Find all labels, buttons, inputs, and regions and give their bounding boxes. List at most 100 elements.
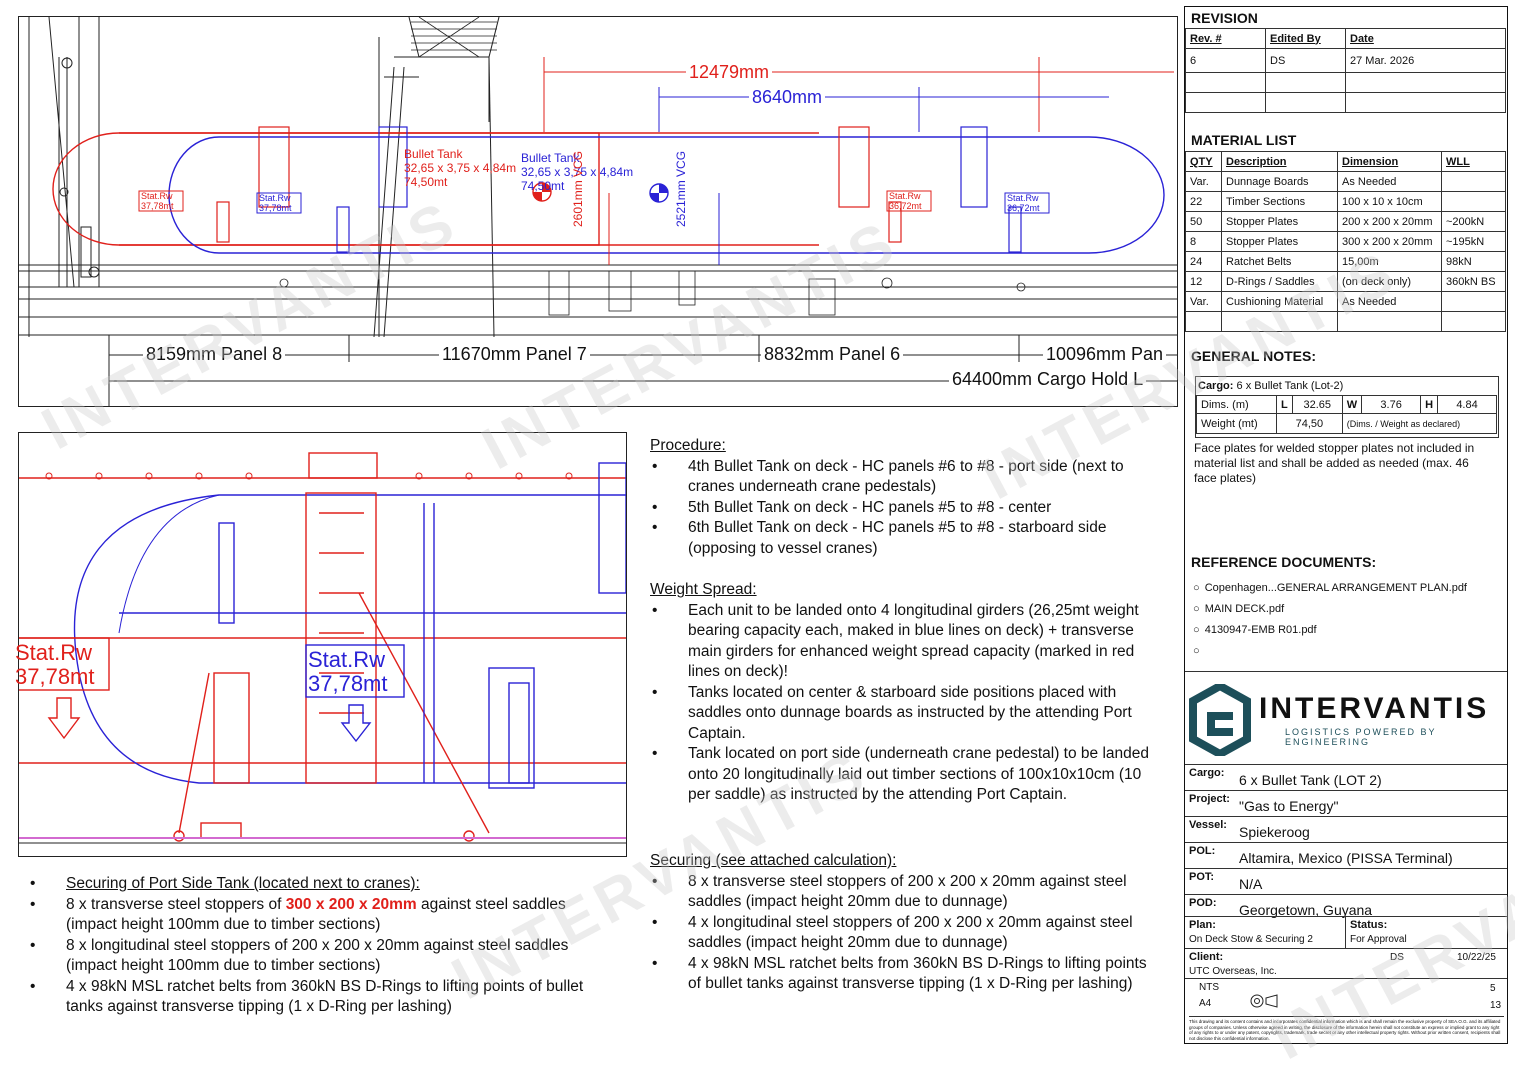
detail-drawing — [19, 452, 626, 844]
reference-item-text[interactable]: Copenhagen...GENERAL ARRANGEMENT PLAN.pd… — [1205, 582, 1467, 594]
material-title: MATERIAL LIST — [1191, 132, 1297, 148]
mat-cell — [1441, 291, 1506, 312]
mat-cell — [1441, 171, 1506, 192]
client-block: Client: UTC Overseas, Inc. DS 10/22/25 — [1185, 948, 1507, 979]
dim-W-val: 3.76 — [1361, 395, 1422, 414]
mat-cell — [1441, 311, 1506, 332]
info-value: Spiekeroog — [1239, 824, 1310, 840]
cargo-value: 6 x Bullet Tank (Lot-2) — [1236, 380, 1344, 392]
logo-name: INTERVANTIS — [1259, 692, 1490, 725]
panel7-label: 11670mm Panel 7 — [439, 344, 590, 365]
mat-cell — [1185, 311, 1222, 332]
revision-title: REVISION — [1191, 10, 1258, 26]
mat-cell: Var. — [1185, 171, 1222, 192]
mat-cell — [1221, 311, 1338, 332]
panel5-label: 10096mm Pan — [1043, 344, 1167, 365]
tank1-label: Bullet Tank 32,65 x 3,75 x 4,84m 74,50mt — [404, 147, 517, 189]
stat1-label: Stat.Rw 37,78mt — [141, 191, 174, 211]
dim-L-val: 32.65 — [1291, 395, 1343, 414]
detail-drawing-frame: Stat.Rw 37,78mt Stat.Rw 37,78mt — [15, 432, 627, 857]
reference-item-text[interactable]: 4130947-EMB R01.pdf — [1205, 624, 1317, 636]
mat-cell: Cushioning Material — [1221, 291, 1338, 312]
disclaimer-text: This drawing and its content contains an… — [1189, 1016, 1504, 1041]
rev-header: Edited By — [1265, 28, 1346, 49]
mat-cell: 50 — [1185, 211, 1222, 232]
mat-cell: ~195kN — [1441, 231, 1506, 252]
general-notes-title: GENERAL NOTES: — [1191, 348, 1316, 364]
dim-H-val: 4.84 — [1437, 395, 1497, 414]
cargo-label: Cargo: — [1198, 380, 1234, 392]
info-key: Cargo: — [1189, 767, 1225, 779]
mat-cell: ~200kN — [1441, 211, 1506, 232]
rev-cell: 27 Mar. 2026 — [1345, 48, 1506, 73]
scale-value: NTS — [1199, 982, 1219, 993]
mat-cell — [1441, 191, 1506, 212]
weight-spread-section: Weight Spread: Each unit to be landed on… — [650, 580, 1160, 806]
revision-table: Rev. # Edited By Date 6 DS 27 Mar. 2026 — [1185, 28, 1506, 113]
info-row-vessel: Vessel: Spiekeroog — [1185, 816, 1507, 843]
status-label: Status: — [1350, 919, 1388, 931]
mat-cell: 15,00m — [1337, 251, 1442, 272]
mat-cell: (on deck only) — [1337, 271, 1442, 292]
client-value: UTC Overseas, Inc. — [1189, 966, 1277, 977]
reference-title: REFERENCE DOCUMENTS: — [1191, 554, 1377, 570]
dim-W: W — [1341, 395, 1363, 414]
procedure-section: Procedure: 4th Bullet Tank on deck - HC … — [650, 436, 1160, 559]
port-side-item1-red: 300 x 200 x 20mm — [285, 895, 417, 913]
securing-section: Securing (see attached calculation): 8 x… — [650, 851, 1160, 995]
title-block: REVISION Rev. # Edited By Date 6 DS 27 Mar… — [1184, 6, 1508, 1044]
reference-item: ○ 4130947-EMB R01.pdf — [1193, 624, 1317, 636]
port-side-title: Securing of Port Side Tank (located next… — [28, 874, 618, 895]
weight-note: (Dims. / Weight as declared) — [1341, 413, 1498, 434]
info-row-pol: POL: Altamira, Mexico (PISSA Terminal) — [1185, 842, 1507, 869]
stat2-label: Stat.Rw 37,78mt — [259, 193, 292, 213]
scale-block: NTS A4 5 13 — [1185, 978, 1507, 1015]
mat-cell: 300 x 200 x 20mm — [1337, 231, 1442, 252]
mat-cell: Stopper Plates — [1221, 211, 1338, 232]
port-side-list: Securing of Port Side Tank (located next… — [28, 874, 618, 1018]
stat3-label: Stat.Rw 36,72mt — [889, 191, 922, 211]
mat-cell: D-Rings / Saddles — [1221, 271, 1338, 292]
info-row-cargo: Cargo: 6 x Bullet Tank (LOT 2) — [1185, 764, 1507, 791]
info-value: N/A — [1239, 876, 1263, 892]
weight-label: Weight (mt) — [1196, 413, 1277, 434]
weight-spread-item: Each unit to be landed onto 4 longitudin… — [650, 601, 1160, 683]
panel6-label: 8832mm Panel 6 — [761, 344, 904, 365]
dim-total-label: 12479mm — [686, 62, 773, 83]
port-side-title-text: Securing of Port Side Tank (located next… — [66, 875, 420, 892]
procedure-item: 5th Bullet Tank on deck - HC panels #5 t… — [650, 498, 1160, 519]
weight-spread-list: Each unit to be landed onto 4 longitudin… — [650, 601, 1160, 806]
mat-cell: Var. — [1185, 291, 1222, 312]
material-table: QTY Description Dimension WLL Var. Dunnag… — [1185, 151, 1506, 332]
reference-item: ○ Copenhagen...GENERAL ARRANGEMENT PLAN.… — [1193, 582, 1467, 594]
panel8-label: 8159mm Panel 8 — [143, 344, 286, 365]
dim-L: L — [1276, 395, 1293, 414]
format-value: A4 — [1199, 998, 1212, 1009]
port-side-item: 4 x 98kN MSL ratchet belts from 360kN BS… — [28, 977, 618, 1018]
mat-cell: As Needed — [1337, 291, 1442, 312]
vcg1-label: 2601mm VCG — [571, 150, 585, 227]
vcg2-label: 2521mm VCG — [674, 150, 688, 227]
status-value: For Approval — [1350, 934, 1407, 945]
info-value: "Gas to Energy" — [1239, 798, 1339, 814]
hold-label: 64400mm Cargo Hold L — [949, 369, 1147, 390]
mat-header: Dimension — [1337, 151, 1442, 172]
port-side-item1-pre: 8 x transverse steel stoppers of — [66, 895, 286, 913]
drawn-date: 10/22/25 — [1457, 952, 1496, 963]
weight-spread-title: Weight Spread: — [650, 581, 757, 598]
company-logo: INTERVANTIS LOGISTICS POWERED BY ENGINEE… — [1185, 671, 1507, 766]
procedure-title: Procedure: — [650, 437, 726, 454]
procedure-item: 6th Bullet Tank on deck - HC panels #5 t… — [650, 518, 1160, 559]
mat-header: WLL — [1441, 151, 1506, 172]
info-value: 6 x Bullet Tank (LOT 2) — [1239, 772, 1382, 788]
procedure-list: 4th Bullet Tank on deck - HC panels #6 t… — [650, 457, 1160, 560]
detail-stat-red: Stat.Rw 37,78mt — [15, 640, 95, 689]
info-key: POT: — [1189, 871, 1215, 883]
sheet-number: 5 — [1490, 983, 1496, 994]
mat-cell: 98kN — [1441, 251, 1506, 272]
top-drawing-frame: 12479mm 8640mm Bullet Tank 32,65 x 3,75 … — [18, 16, 1178, 407]
reference-item-text[interactable]: MAIN DECK.pdf — [1205, 603, 1284, 615]
mat-cell: Stopper Plates — [1221, 231, 1338, 252]
client-label: Client: — [1189, 951, 1224, 963]
reference-item: ○ MAIN DECK.pdf — [1193, 603, 1285, 615]
